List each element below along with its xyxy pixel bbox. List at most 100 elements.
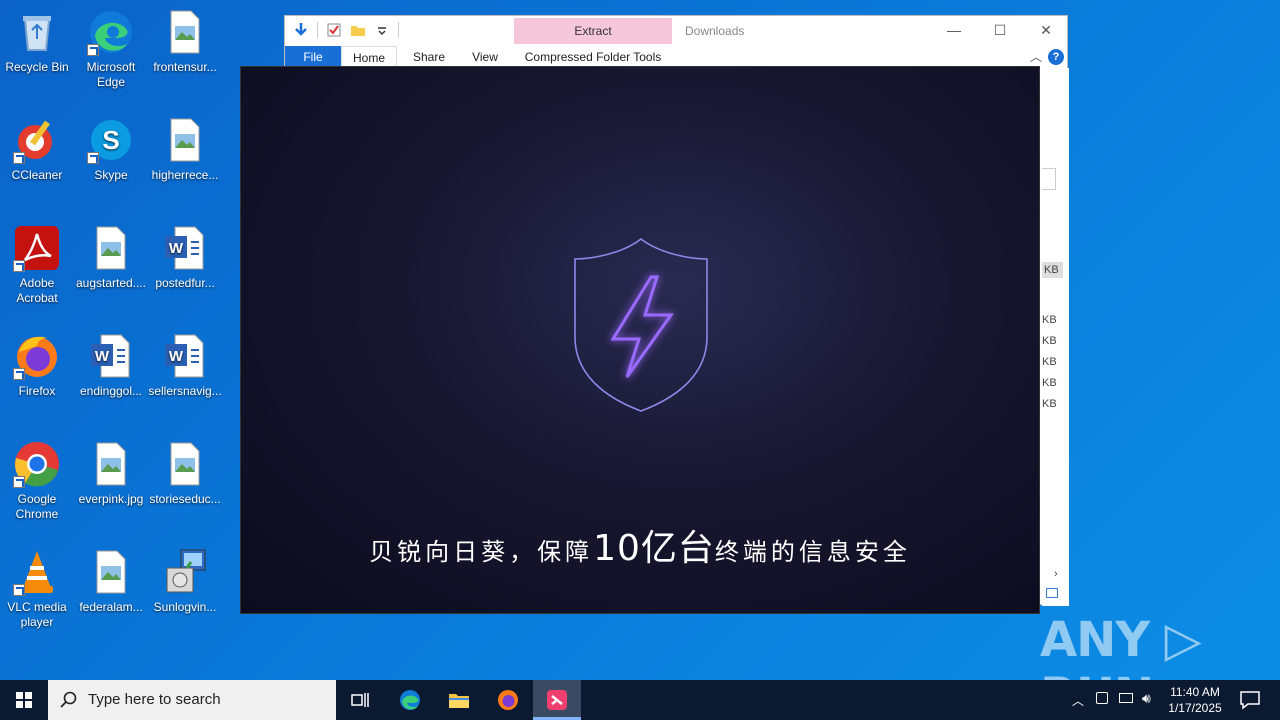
desktop-icon-label: Recycle Bin bbox=[5, 60, 69, 74]
adobe-acrobat-icon bbox=[13, 224, 61, 272]
desktop-icon-file-image[interactable]: higherrece... bbox=[148, 116, 222, 183]
notification-center-button[interactable] bbox=[1230, 680, 1270, 720]
download-arrow-icon[interactable] bbox=[293, 22, 309, 38]
extract-context-tab[interactable]: Extract bbox=[514, 18, 672, 44]
desktop-icon-label: Adobe Acrobat bbox=[16, 276, 58, 305]
size-column-label: KB bbox=[1042, 356, 1057, 368]
details-view-icon[interactable] bbox=[1046, 588, 1058, 598]
firefox-icon bbox=[498, 690, 518, 710]
desktop-icon-recycle-bin[interactable]: Recycle Bin bbox=[0, 8, 74, 75]
taskbar-search-box[interactable]: Type here to search bbox=[48, 680, 336, 720]
desktop-icon-label: Google Chrome bbox=[15, 492, 59, 521]
clock-date: 1/17/2025 bbox=[1168, 701, 1222, 715]
chevron-up-icon[interactable]: ︿ bbox=[1072, 692, 1084, 709]
desktop-icon-file-image[interactable]: storieseduc... bbox=[148, 440, 222, 507]
help-icon[interactable]: ? bbox=[1048, 49, 1064, 65]
desktop-icon-file-word[interactable]: W endinggol... bbox=[74, 332, 148, 399]
word-document-icon: W bbox=[161, 224, 209, 272]
close-button[interactable]: ✕ bbox=[1023, 16, 1069, 46]
desktop-icon-file-word[interactable]: W sellersnavig... bbox=[148, 332, 222, 399]
minimize-button[interactable]: — bbox=[931, 16, 977, 46]
search-field-edge[interactable] bbox=[1042, 168, 1056, 190]
desktop-icon-file-image[interactable]: federalam... bbox=[74, 548, 148, 615]
properties-icon[interactable] bbox=[326, 22, 342, 38]
desktop-icon-file-image[interactable]: frontensur... bbox=[148, 8, 222, 75]
caption-text-end: 终端的信息安全 bbox=[714, 538, 911, 566]
search-icon bbox=[60, 691, 77, 708]
toolbar-separator bbox=[317, 22, 318, 38]
tab-share[interactable]: Share bbox=[401, 46, 457, 68]
chevron-down-icon[interactable] bbox=[374, 22, 390, 38]
desktop-icon-vlc[interactable]: VLC media player bbox=[0, 548, 74, 630]
shortcut-arrow-icon bbox=[13, 476, 25, 488]
desktop-icon-file-word[interactable]: W postedfur... bbox=[148, 224, 222, 291]
splash-caption: 贝锐向日葵，保障10亿台终端的信息安全 bbox=[241, 519, 1039, 571]
explorer-titlebar[interactable]: Extract Downloads — ☐ ✕ bbox=[285, 16, 1067, 46]
tab-view[interactable]: View bbox=[457, 46, 513, 68]
start-button[interactable] bbox=[0, 680, 48, 720]
desktop-icon-label: Microsoft Edge bbox=[86, 60, 136, 89]
shortcut-arrow-icon bbox=[87, 44, 99, 56]
maximize-button[interactable]: ☐ bbox=[977, 16, 1023, 46]
installer-icon bbox=[161, 548, 209, 596]
image-file-icon bbox=[161, 440, 209, 488]
caption-text-start: 贝锐向日葵，保障 bbox=[369, 538, 594, 566]
meet-now-icon[interactable] bbox=[1096, 692, 1108, 704]
word-document-icon: W bbox=[87, 332, 135, 380]
sunlogin-icon bbox=[547, 690, 567, 710]
ccleaner-icon bbox=[13, 116, 61, 164]
image-file-icon bbox=[161, 116, 209, 164]
desktop-icon-firefox[interactable]: Firefox bbox=[0, 332, 74, 399]
volume-icon[interactable]: 🔊︎ bbox=[1142, 690, 1151, 707]
taskbar-clock[interactable]: 11:40 AM 1/17/2025 bbox=[1160, 684, 1230, 716]
quick-access-toolbar bbox=[293, 22, 399, 38]
desktop-icon-label: endinggol... bbox=[79, 384, 143, 398]
ribbon-tab-bar: File Home Share View Compressed Folder T… bbox=[285, 46, 1067, 68]
new-folder-icon[interactable] bbox=[350, 22, 366, 38]
desktop-icon-label: higherrece... bbox=[151, 168, 219, 182]
shortcut-arrow-icon bbox=[13, 260, 25, 272]
caption-highlight: 10亿台 bbox=[593, 528, 715, 569]
word-document-icon: W bbox=[161, 332, 209, 380]
taskbar-edge[interactable] bbox=[386, 680, 434, 720]
taskbar: Type here to search ︿ 🔊︎ 11:40 AM 1/17/2… bbox=[0, 680, 1280, 720]
size-column-label: KB bbox=[1042, 377, 1057, 389]
shortcut-arrow-icon bbox=[13, 584, 25, 596]
firefox-icon bbox=[13, 332, 61, 380]
desktop-icon-skype[interactable]: S Skype bbox=[74, 116, 148, 183]
taskbar-firefox[interactable] bbox=[484, 680, 532, 720]
desktop-icon-adobe-acrobat[interactable]: Adobe Acrobat bbox=[0, 224, 74, 306]
desktop-icon-file-image[interactable]: everpink.jpg bbox=[74, 440, 148, 507]
desktop-icon-label: postedfur... bbox=[155, 276, 215, 290]
desktop-icon-label: sellersnavig... bbox=[148, 384, 222, 398]
horizontal-scroll-right-icon[interactable]: › bbox=[1054, 568, 1058, 580]
desktop-icon-label: augstarted.... bbox=[75, 276, 147, 290]
desktop-icon-installer[interactable]: Sunlogvin... bbox=[148, 548, 222, 615]
shortcut-arrow-icon bbox=[13, 152, 25, 164]
network-icon[interactable] bbox=[1119, 693, 1133, 703]
desktop-icon-ccleaner[interactable]: CCleaner bbox=[0, 116, 74, 183]
toolbar-separator bbox=[398, 22, 399, 38]
tab-home[interactable]: Home bbox=[341, 46, 397, 68]
desktop-icon-label: CCleaner bbox=[11, 168, 63, 182]
ribbon-collapse-chevron-icon[interactable]: ︿ bbox=[1029, 46, 1043, 68]
sunlogin-splash-window: 贝锐向日葵，保障10亿台终端的信息安全 bbox=[240, 66, 1040, 614]
tab-file[interactable]: File bbox=[285, 46, 341, 68]
taskbar-sunlogin[interactable] bbox=[533, 680, 581, 720]
desktop-icon-file-image[interactable]: augstarted.... bbox=[74, 224, 148, 291]
clock-time: 11:40 AM bbox=[1170, 685, 1220, 699]
svg-text:S: S bbox=[102, 125, 119, 155]
image-file-icon bbox=[87, 440, 135, 488]
shortcut-arrow-icon bbox=[13, 368, 25, 380]
task-view-button[interactable] bbox=[336, 680, 384, 720]
desktop-icon-microsoft-edge[interactable]: Microsoft Edge bbox=[74, 8, 148, 90]
desktop-icon-label: everpink.jpg bbox=[78, 492, 144, 506]
taskbar-file-explorer[interactable] bbox=[435, 680, 483, 720]
svg-text:W: W bbox=[95, 348, 110, 365]
size-column-label: KB bbox=[1042, 314, 1057, 326]
desktop-icon-label: Sunlogvin... bbox=[153, 600, 217, 614]
tab-compressed-folder-tools[interactable]: Compressed Folder Tools bbox=[514, 46, 672, 68]
image-file-icon bbox=[87, 548, 135, 596]
vlc-icon bbox=[13, 548, 61, 596]
desktop-icon-google-chrome[interactable]: Google Chrome bbox=[0, 440, 74, 522]
